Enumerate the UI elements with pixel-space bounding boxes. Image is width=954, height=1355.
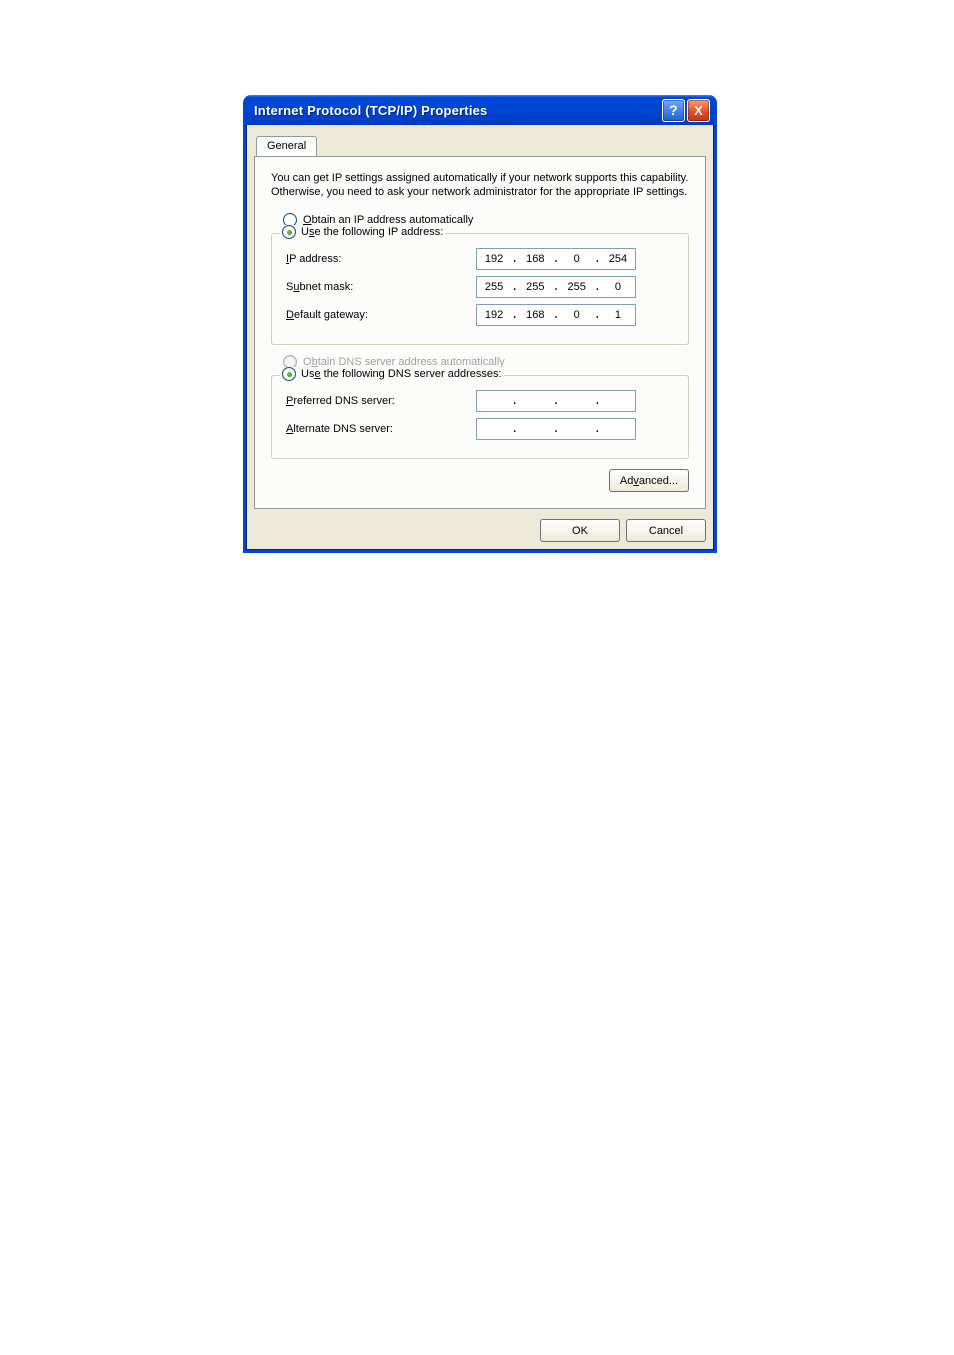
ip-address-label: IP address: (286, 253, 476, 265)
row-subnet-mask: Subnet mask: 255. 255. 255. 0 (286, 276, 674, 298)
fieldset-static-dns: Use the following DNS server addresses: … (271, 375, 689, 459)
radio-use-following-ip[interactable]: Use the following IP address: (280, 225, 445, 239)
subnet-mask-input[interactable]: 255. 255. 255. 0 (476, 276, 636, 298)
alternate-dns-label: Alternate DNS server: (286, 423, 476, 435)
radio-use-following-dns[interactable]: Use the following DNS server addresses: (280, 367, 504, 381)
radio-icon (282, 225, 296, 239)
row-preferred-dns: Preferred DNS server: . . . (286, 390, 674, 412)
preferred-dns-input[interactable]: . . . (476, 390, 636, 412)
row-default-gateway: Default gateway: 192. 168. 0. 1 (286, 304, 674, 326)
alternate-dns-input[interactable]: . . . (476, 418, 636, 440)
tab-general[interactable]: General (256, 136, 317, 156)
description-text: You can get IP settings assigned automat… (271, 171, 689, 199)
preferred-dns-label: Preferred DNS server: (286, 395, 476, 407)
ok-button[interactable]: OK (540, 519, 620, 542)
client-area: General You can get IP settings assigned… (246, 125, 714, 550)
fieldset-static-ip: Use the following IP address: IP address… (271, 233, 689, 345)
window-title: Internet Protocol (TCP/IP) Properties (254, 103, 660, 118)
help-icon[interactable]: ? (662, 99, 685, 122)
cancel-button[interactable]: Cancel (626, 519, 706, 542)
subnet-mask-label: Subnet mask: (286, 281, 476, 293)
advanced-button[interactable]: Advanced... (609, 469, 689, 492)
close-icon[interactable]: X (687, 99, 710, 122)
question-mark-icon: ? (669, 102, 678, 118)
tab-page-general: You can get IP settings assigned automat… (254, 156, 706, 509)
default-gateway-input[interactable]: 192. 168. 0. 1 (476, 304, 636, 326)
row-alternate-dns: Alternate DNS server: . . . (286, 418, 674, 440)
default-gateway-label: Default gateway: (286, 309, 476, 321)
radio-icon (282, 367, 296, 381)
x-icon: X (694, 104, 703, 117)
title-bar[interactable]: Internet Protocol (TCP/IP) Properties ? … (246, 95, 714, 125)
ip-address-input[interactable]: 192. 168. 0. 254 (476, 248, 636, 270)
radio-use-following-ip-label: Use the following IP address: (301, 226, 443, 238)
tab-general-label: General (267, 140, 306, 152)
row-ip-address: IP address: 192. 168. 0. 254 (286, 248, 674, 270)
advanced-row: Advanced... (271, 469, 689, 492)
dialog-button-row: OK Cancel (254, 519, 706, 542)
tcpip-properties-dialog: Internet Protocol (TCP/IP) Properties ? … (243, 95, 717, 553)
tab-strip: General (254, 135, 706, 157)
radio-use-following-dns-label: Use the following DNS server addresses: (301, 368, 502, 380)
